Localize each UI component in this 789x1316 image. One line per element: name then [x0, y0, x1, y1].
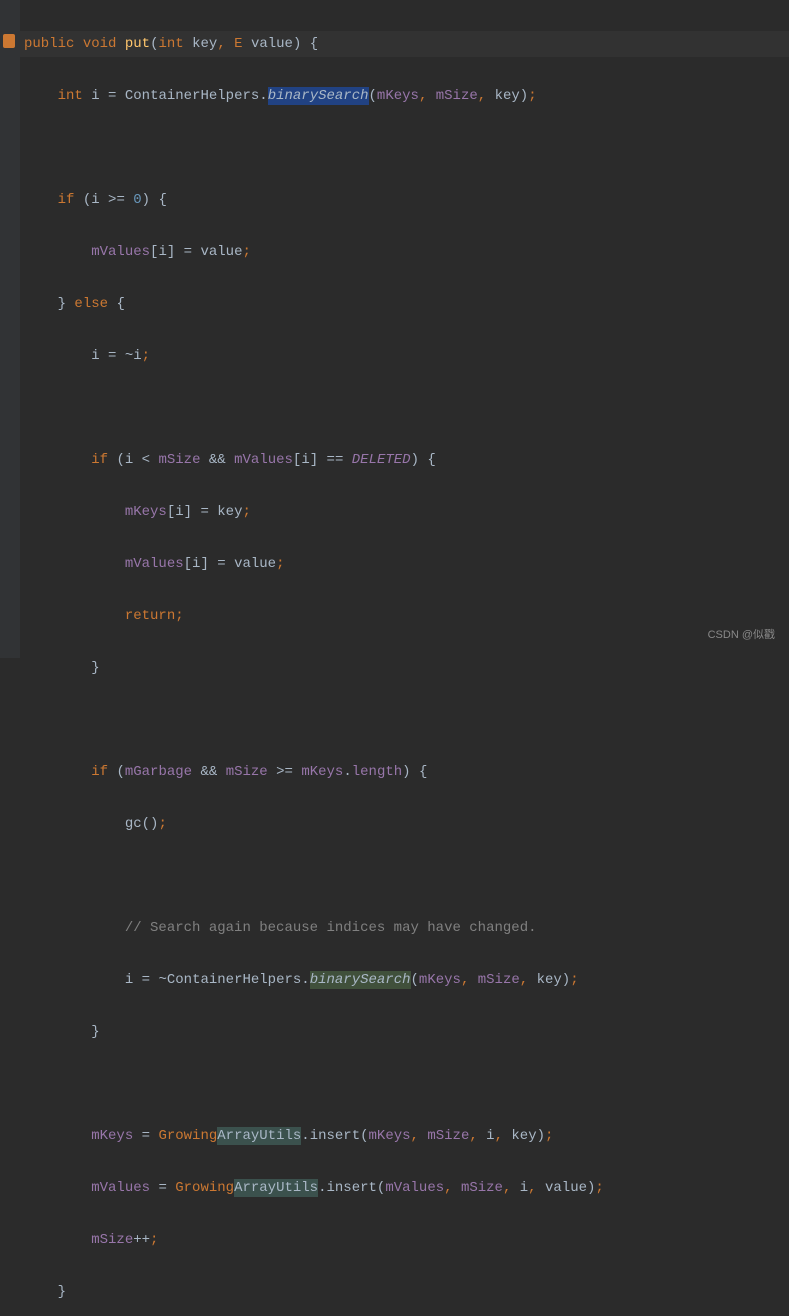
- field: mKeys: [125, 504, 167, 520]
- field: mSize: [158, 452, 200, 468]
- method-call-selected: binarySearch: [268, 87, 369, 105]
- code-line: if (i < mSize && mValues[i] == DELETED) …: [20, 447, 789, 473]
- code-line: [20, 1071, 789, 1097]
- var: key: [537, 972, 562, 988]
- keyword: if: [58, 192, 75, 208]
- field: mValues: [125, 556, 184, 572]
- watermark-text: CSDN @似戳: [708, 622, 775, 648]
- method-call: insert: [326, 1180, 376, 1196]
- keyword: void: [83, 36, 117, 52]
- code-line: } else {: [20, 291, 789, 317]
- code-editor[interactable]: public void put(int key, E value) { int …: [20, 0, 789, 658]
- class-ref-highlight: ArrayUtils: [234, 1179, 318, 1197]
- code-line: [20, 707, 789, 733]
- code-line: mValues = GrowingArrayUtils.insert(mValu…: [20, 1175, 789, 1201]
- field: mSize: [436, 88, 478, 104]
- field: mKeys: [91, 1128, 133, 1144]
- field: mValues: [91, 244, 150, 260]
- field: mSize: [478, 972, 520, 988]
- code-line: }: [20, 1019, 789, 1045]
- var: key: [217, 504, 242, 520]
- class-ref: ContainerHelpers: [167, 972, 301, 988]
- code-line: // Search again because indices may have…: [20, 915, 789, 941]
- var: value: [200, 244, 242, 260]
- keyword: else: [74, 296, 108, 312]
- class-ref-highlight: ArrayUtils: [217, 1127, 301, 1145]
- keyword: if: [91, 764, 108, 780]
- field: mKeys: [377, 88, 419, 104]
- var: i: [158, 244, 166, 260]
- method-call-usage: binarySearch: [310, 971, 411, 989]
- var: i: [486, 1128, 494, 1144]
- method-name: put: [125, 36, 150, 52]
- var: i: [91, 88, 99, 104]
- code-line: mKeys[i] = key;: [20, 499, 789, 525]
- var: key: [511, 1128, 536, 1144]
- field: mSize: [461, 1180, 503, 1196]
- param: value: [251, 36, 293, 52]
- var: i: [91, 192, 99, 208]
- code-line: if (i >= 0) {: [20, 187, 789, 213]
- code-line: public void put(int key, E value) {: [20, 31, 789, 57]
- code-line: mValues[i] = value;: [20, 239, 789, 265]
- editor-gutter: [0, 0, 20, 658]
- keyword: return: [125, 608, 175, 624]
- code-line: [20, 863, 789, 889]
- keyword: if: [91, 452, 108, 468]
- code-line: [20, 395, 789, 421]
- var: value: [545, 1180, 587, 1196]
- field: mValues: [385, 1180, 444, 1196]
- code-line: int i = ContainerHelpers.binarySearch(mK…: [20, 83, 789, 109]
- code-line: [20, 135, 789, 161]
- field: mKeys: [301, 764, 343, 780]
- field: mSize: [427, 1128, 469, 1144]
- code-line: }: [20, 1279, 789, 1305]
- var: i: [301, 452, 309, 468]
- code-line: gc();: [20, 811, 789, 837]
- keyword: int: [158, 36, 183, 52]
- code-line: if (mGarbage && mSize >= mKeys.length) {: [20, 759, 789, 785]
- keyword: public: [24, 36, 74, 52]
- method-call: gc: [125, 816, 142, 832]
- keyword: int: [58, 88, 83, 104]
- field: mSize: [226, 764, 268, 780]
- var: value: [234, 556, 276, 572]
- class-ref: ContainerHelpers: [125, 88, 259, 104]
- field: length: [352, 764, 402, 780]
- field: mValues: [234, 452, 293, 468]
- field: mKeys: [419, 972, 461, 988]
- var: i: [125, 452, 133, 468]
- code-line: mKeys = GrowingArrayUtils.insert(mKeys, …: [20, 1123, 789, 1149]
- constant: DELETED: [352, 452, 411, 468]
- code-line: mValues[i] = value;: [20, 551, 789, 577]
- field: mKeys: [369, 1128, 411, 1144]
- class-ref: Growing: [158, 1128, 217, 1144]
- var: key: [495, 88, 520, 104]
- code-line: i = ~ContainerHelpers.binarySearch(mKeys…: [20, 967, 789, 993]
- var: i: [175, 504, 183, 520]
- code-content: public void put(int key, E value) { int …: [20, 0, 789, 1316]
- type: E: [234, 36, 242, 52]
- field: mGarbage: [125, 764, 192, 780]
- field: mValues: [91, 1180, 150, 1196]
- code-line: mSize++;: [20, 1227, 789, 1253]
- var: i: [520, 1180, 528, 1196]
- number: 0: [133, 192, 141, 208]
- param: key: [192, 36, 217, 52]
- var: i: [133, 348, 141, 364]
- field: mSize: [91, 1232, 133, 1248]
- var: i: [91, 348, 99, 364]
- code-line: }: [20, 655, 789, 681]
- comment: // Search again because indices may have…: [125, 920, 537, 936]
- gutter-marker-icon[interactable]: [3, 34, 15, 48]
- class-ref: Growing: [175, 1180, 234, 1196]
- var: i: [125, 972, 133, 988]
- code-line: i = ~i;: [20, 343, 789, 369]
- code-line: return;: [20, 603, 789, 629]
- method-call: insert: [310, 1128, 360, 1144]
